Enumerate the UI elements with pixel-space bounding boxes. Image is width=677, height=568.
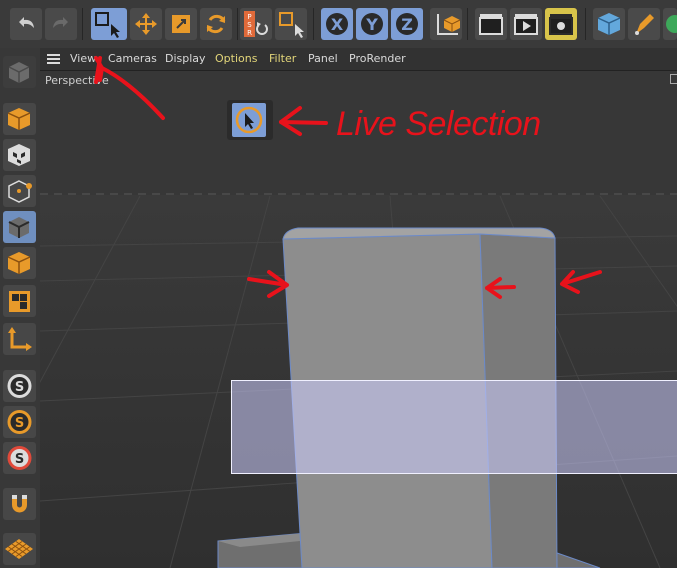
svg-text:S: S [247, 21, 252, 29]
scale-tool-button[interactable] [165, 8, 197, 40]
texture-mode-button[interactable] [3, 139, 36, 171]
make-editable-button[interactable] [3, 56, 36, 88]
points-mode-icon [8, 180, 32, 203]
last-tool-button[interactable] [275, 8, 307, 40]
viewport-maximize-icon[interactable] [670, 74, 677, 84]
solo-off-icon: S [7, 446, 32, 470]
render-view-button[interactable] [475, 8, 507, 40]
perspective-viewport[interactable]: Perspective [40, 71, 677, 568]
clapper-icon [479, 14, 503, 35]
svg-text:S: S [15, 452, 24, 467]
psr-icon: P S R [244, 11, 268, 37]
solo-hierarchy-icon: S [7, 410, 32, 434]
scene-canvas[interactable] [40, 71, 677, 568]
edges-mode-icon [8, 217, 30, 238]
viewport-title: Perspective [45, 74, 109, 87]
model-mode-button[interactable] [3, 103, 36, 135]
redo-button[interactable] [45, 8, 77, 40]
render-settings-icon [549, 14, 573, 35]
enable-snap-button[interactable] [3, 488, 36, 520]
y-axis-icon: Y [361, 13, 383, 35]
menu-options[interactable]: Options [215, 52, 257, 65]
pen-spline-button[interactable] [628, 8, 660, 40]
uv-mode-button[interactable] [3, 285, 36, 317]
svg-text:X: X [331, 15, 344, 34]
live-selection-icon [235, 106, 263, 134]
menu-filter[interactable]: Filter [269, 52, 296, 65]
snap-settings-button[interactable]: S [3, 370, 36, 402]
svg-text:S: S [15, 380, 24, 395]
solo-icon: S [7, 374, 32, 398]
menu-cameras[interactable]: Cameras [108, 52, 157, 65]
main-toolbar: P S R X Y Z [0, 0, 677, 49]
render-play-icon [514, 14, 538, 35]
menu-view[interactable]: View [70, 52, 96, 65]
workplane-grid-button[interactable] [3, 533, 36, 565]
z-axis-icon: Z [396, 13, 418, 35]
left-tool-palette: S S S [0, 48, 41, 568]
generator-button[interactable] [663, 8, 677, 40]
texture-mode-icon [8, 144, 30, 166]
y-axis-lock-button[interactable]: Y [356, 8, 388, 40]
magnet-icon [12, 495, 28, 513]
edges-mode-button[interactable] [3, 211, 36, 243]
rotate-tool-button[interactable] [200, 8, 232, 40]
coordinate-system-button[interactable]: P S R [240, 8, 272, 40]
z-axis-lock-button[interactable]: Z [391, 8, 423, 40]
workplane-button[interactable] [3, 323, 36, 355]
pen-icon [635, 14, 654, 35]
redo-icon [53, 17, 68, 28]
coordinate-system-toggle[interactable] [430, 8, 462, 40]
make-editable-icon [8, 62, 30, 83]
live-selection-callout-icon [227, 100, 273, 140]
move-icon [135, 13, 157, 35]
svg-text:Z: Z [401, 15, 413, 34]
hamburger-menu-icon[interactable] [47, 54, 60, 64]
svg-text:S: S [15, 416, 24, 431]
undo-button[interactable] [10, 8, 42, 40]
svg-text:Y: Y [365, 15, 378, 34]
undo-icon [19, 17, 34, 28]
render-settings-button[interactable] [545, 8, 577, 40]
menu-prorender[interactable]: ProRender [349, 52, 406, 65]
svg-text:P: P [247, 13, 251, 21]
polygons-mode-button[interactable] [3, 247, 36, 279]
last-selection-icon [279, 12, 304, 38]
cube-icon [597, 13, 621, 35]
x-axis-icon: X [326, 13, 348, 35]
points-mode-button[interactable] [3, 175, 36, 207]
rotate-icon [206, 14, 226, 34]
solo-off-button[interactable]: S [3, 442, 36, 474]
x-axis-lock-button[interactable]: X [321, 8, 353, 40]
axis-mode-icon [8, 327, 32, 351]
model-mode-icon [7, 108, 31, 130]
world-axis-icon [437, 14, 461, 35]
move-tool-button[interactable] [130, 8, 162, 40]
render-to-picture-viewer-button[interactable] [510, 8, 542, 40]
solo-hierarchy-button[interactable]: S [3, 406, 36, 438]
uv-mode-icon [9, 291, 30, 312]
grid-plane-icon [5, 539, 33, 559]
scale-icon [172, 15, 190, 33]
cube-object-button[interactable] [593, 8, 625, 40]
generator-icon [666, 15, 677, 33]
polygons-mode-icon [7, 252, 31, 274]
rectangle-selection-icon [95, 12, 120, 38]
live-selection-tool-button[interactable] [91, 8, 127, 40]
menu-panel[interactable]: Panel [308, 52, 338, 65]
annotation-label: Live Selection [336, 105, 541, 143]
svg-text:R: R [247, 29, 252, 37]
viewport-menubar: View Cameras Display Options Filter Pane… [40, 48, 677, 71]
menu-display[interactable]: Display [165, 52, 206, 65]
selection-rectangle [231, 380, 677, 474]
